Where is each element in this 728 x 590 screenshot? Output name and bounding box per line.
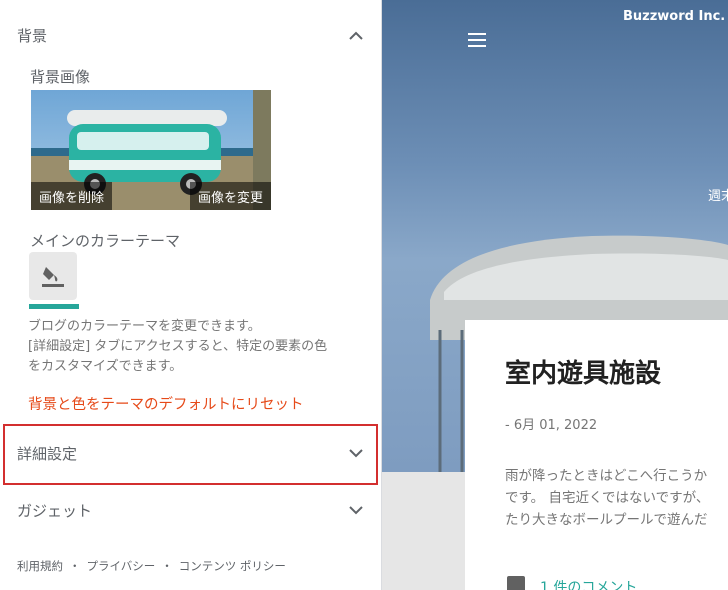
chevron-down-icon[interactable] [348,502,364,518]
description-line: をカスタマイズできます。 [28,359,183,374]
hero-text: 週末 [708,189,728,204]
comments-link[interactable]: 1 件のコメント [540,577,637,590]
terms-link[interactable]: 利用規約 [17,558,63,574]
color-theme-description: ブログのカラーテーマを変更できます。 [詳細設定] タブにアクセスすると、特定の… [28,317,358,377]
background-section-header[interactable]: 背景 [0,13,382,57]
chevron-up-icon[interactable] [348,27,364,43]
background-image-thumbnail: 画像を削除 画像を変更 [31,90,271,210]
gadgets-section-header[interactable]: ガジェット [0,488,382,532]
blog-preview: Buzzword Inc. 週末 室内遊具施設 - 6月 01, 2022 雨が… [382,0,728,590]
background-image-label: 背景画像 [30,68,91,86]
change-image-button[interactable]: 画像を変更 [189,182,271,210]
advanced-section-title: 詳細設定 [17,444,78,463]
theme-color-indicator [29,304,79,309]
background-section-title: 背景 [17,26,48,45]
paint-bucket-icon [42,267,64,287]
description-line: [詳細設定] タブにアクセスすると、特定の要素の色 [28,339,328,354]
menu-icon[interactable] [468,33,486,47]
color-theme-label: メインのカラーテーマ [30,232,181,250]
post-card: 室内遊具施設 - 6月 01, 2022 雨が降ったときはどこへ行こうか です。… [465,320,728,590]
blog-name[interactable]: Buzzword Inc. [623,9,725,24]
post-title[interactable]: 室内遊具施設 [505,353,661,390]
privacy-link[interactable]: プライバシー [87,558,156,574]
settings-panel: 背景 背景画像 画像を削除 画像を変更 メインのカラーテーマ ブログのカラーテー… [0,0,382,590]
post-snippet: 雨が降ったときはどこへ行こうか です。 自宅近くではないですが、 たり大きなボー… [505,465,728,531]
gadgets-section-title: ガジェット [17,501,93,520]
snippet-line: です。 自宅近くではないですが、 [505,490,710,506]
comment-icon [507,576,525,590]
reset-theme-link[interactable]: 背景と色をテーマのデフォルトにリセット [28,393,304,414]
delete-image-button[interactable]: 画像を削除 [31,182,113,210]
chevron-down-icon[interactable] [348,445,364,461]
footer-separator: ・ [69,559,81,573]
content-policy-link[interactable]: コンテンツ ポリシー [179,558,286,574]
color-theme-swatch[interactable] [29,252,77,300]
snippet-line: たり大きなボールプールで遊んだ [505,512,708,528]
footer-links: 利用規約 ・ プライバシー ・ コンテンツ ポリシー [17,558,286,574]
description-line: ブログのカラーテーマを変更できます。 [28,319,261,334]
snippet-line: 雨が降ったときはどこへ行こうか [505,468,708,484]
post-date: - 6月 01, 2022 [505,418,598,433]
advanced-section-header[interactable]: 詳細設定 [0,431,382,475]
footer-separator: ・ [161,559,173,573]
